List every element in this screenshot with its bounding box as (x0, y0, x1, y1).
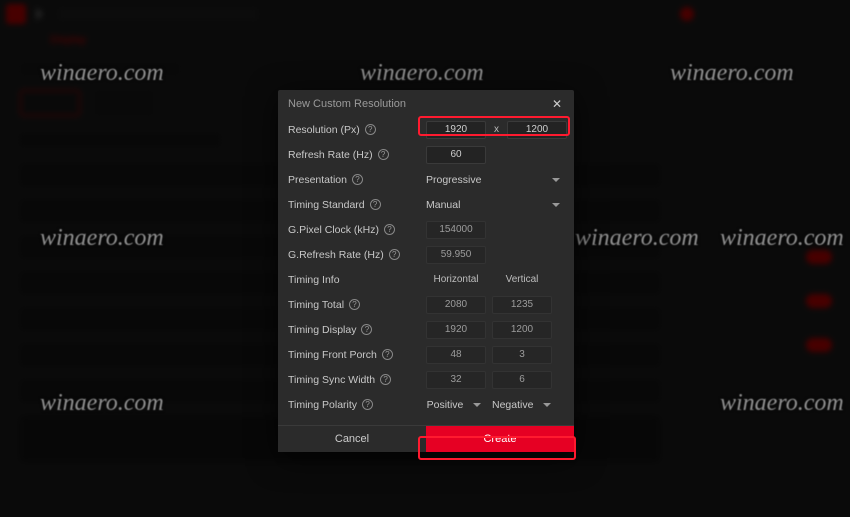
chevron-down-icon (543, 403, 551, 407)
resolution-separator: x (492, 124, 501, 135)
watermark: winaero.com (575, 225, 699, 252)
help-icon[interactable]: ? (362, 399, 373, 410)
watermark: winaero.com (40, 60, 164, 87)
presentation-select[interactable]: Progressive (426, 170, 564, 190)
new-custom-resolution-dialog: New Custom Resolution ✕ Resolution (Px) … (278, 90, 574, 452)
help-icon[interactable]: ? (352, 174, 363, 185)
watermark: winaero.com (670, 60, 794, 87)
create-button[interactable]: Create (426, 426, 574, 452)
chevron-down-icon (552, 203, 560, 207)
row-timing-info-header: Timing Info Horizontal Vertical (288, 267, 564, 292)
timing-front-v (492, 346, 552, 364)
help-icon[interactable]: ? (382, 349, 393, 360)
help-icon[interactable]: ? (349, 299, 360, 310)
polarity-h-select[interactable]: Positive (426, 395, 486, 415)
row-timing-total: Timing Total ? (288, 292, 564, 317)
resolution-width-input[interactable] (426, 121, 486, 139)
help-icon[interactable]: ? (361, 324, 372, 335)
chevron-down-icon (473, 403, 481, 407)
help-icon[interactable]: ? (365, 124, 376, 135)
refresh-rate-input[interactable] (426, 146, 486, 164)
polarity-v-select[interactable]: Negative (492, 395, 555, 415)
label-timing-standard: Timing Standard (288, 199, 365, 211)
col-horizontal: Horizontal (426, 274, 486, 285)
row-timing-standard: Timing Standard ? Manual (288, 192, 564, 217)
help-icon[interactable]: ? (370, 199, 381, 210)
label-timing-front: Timing Front Porch (288, 349, 377, 361)
row-timing-display: Timing Display ? (288, 317, 564, 342)
grefresh-rate-value (426, 246, 486, 264)
chevron-down-icon (552, 178, 560, 182)
watermark: winaero.com (40, 390, 164, 417)
row-presentation: Presentation ? Progressive (288, 167, 564, 192)
label-gpixel: G.Pixel Clock (kHz) (288, 224, 379, 236)
row-refresh-rate: Refresh Rate (Hz) ? (288, 142, 564, 167)
timing-total-v (492, 296, 552, 314)
timing-total-h (426, 296, 486, 314)
row-grefresh: G.Refresh Rate (Hz) ? (288, 242, 564, 267)
label-timing-polarity: Timing Polarity (288, 399, 357, 411)
dialog-title: New Custom Resolution (288, 98, 406, 110)
row-timing-sync-width: Timing Sync Width ? (288, 367, 564, 392)
watermark: winaero.com (720, 390, 844, 417)
help-icon[interactable]: ? (378, 149, 389, 160)
label-presentation: Presentation (288, 174, 347, 186)
timing-front-h (426, 346, 486, 364)
watermark: winaero.com (40, 225, 164, 252)
label-grefresh: G.Refresh Rate (Hz) (288, 249, 384, 261)
help-icon[interactable]: ? (380, 374, 391, 385)
col-vertical: Vertical (492, 274, 552, 285)
watermark: winaero.com (720, 225, 844, 252)
timing-sync-h (426, 371, 486, 389)
label-refresh: Refresh Rate (Hz) (288, 149, 373, 161)
gpixel-clock-value (426, 221, 486, 239)
timing-standard-select[interactable]: Manual (426, 195, 564, 215)
row-resolution: Resolution (Px) ? x (288, 117, 564, 142)
row-timing-front-porch: Timing Front Porch ? (288, 342, 564, 367)
help-icon[interactable]: ? (384, 224, 395, 235)
label-timing-info: Timing Info (288, 274, 340, 286)
timing-sync-v (492, 371, 552, 389)
help-icon[interactable]: ? (389, 249, 400, 260)
watermark: winaero.com (360, 60, 484, 87)
label-timing-display: Timing Display (288, 324, 356, 336)
close-icon[interactable]: ✕ (550, 97, 564, 111)
row-gpixel-clock: G.Pixel Clock (kHz) ? (288, 217, 564, 242)
label-timing-sync: Timing Sync Width (288, 374, 375, 386)
label-timing-total: Timing Total (288, 299, 344, 311)
cancel-button[interactable]: Cancel (278, 426, 426, 452)
row-timing-polarity: Timing Polarity ? Positive Negative (288, 392, 564, 417)
resolution-height-input[interactable] (507, 121, 567, 139)
timing-display-h (426, 321, 486, 339)
label-resolution: Resolution (Px) (288, 124, 360, 136)
timing-display-v (492, 321, 552, 339)
